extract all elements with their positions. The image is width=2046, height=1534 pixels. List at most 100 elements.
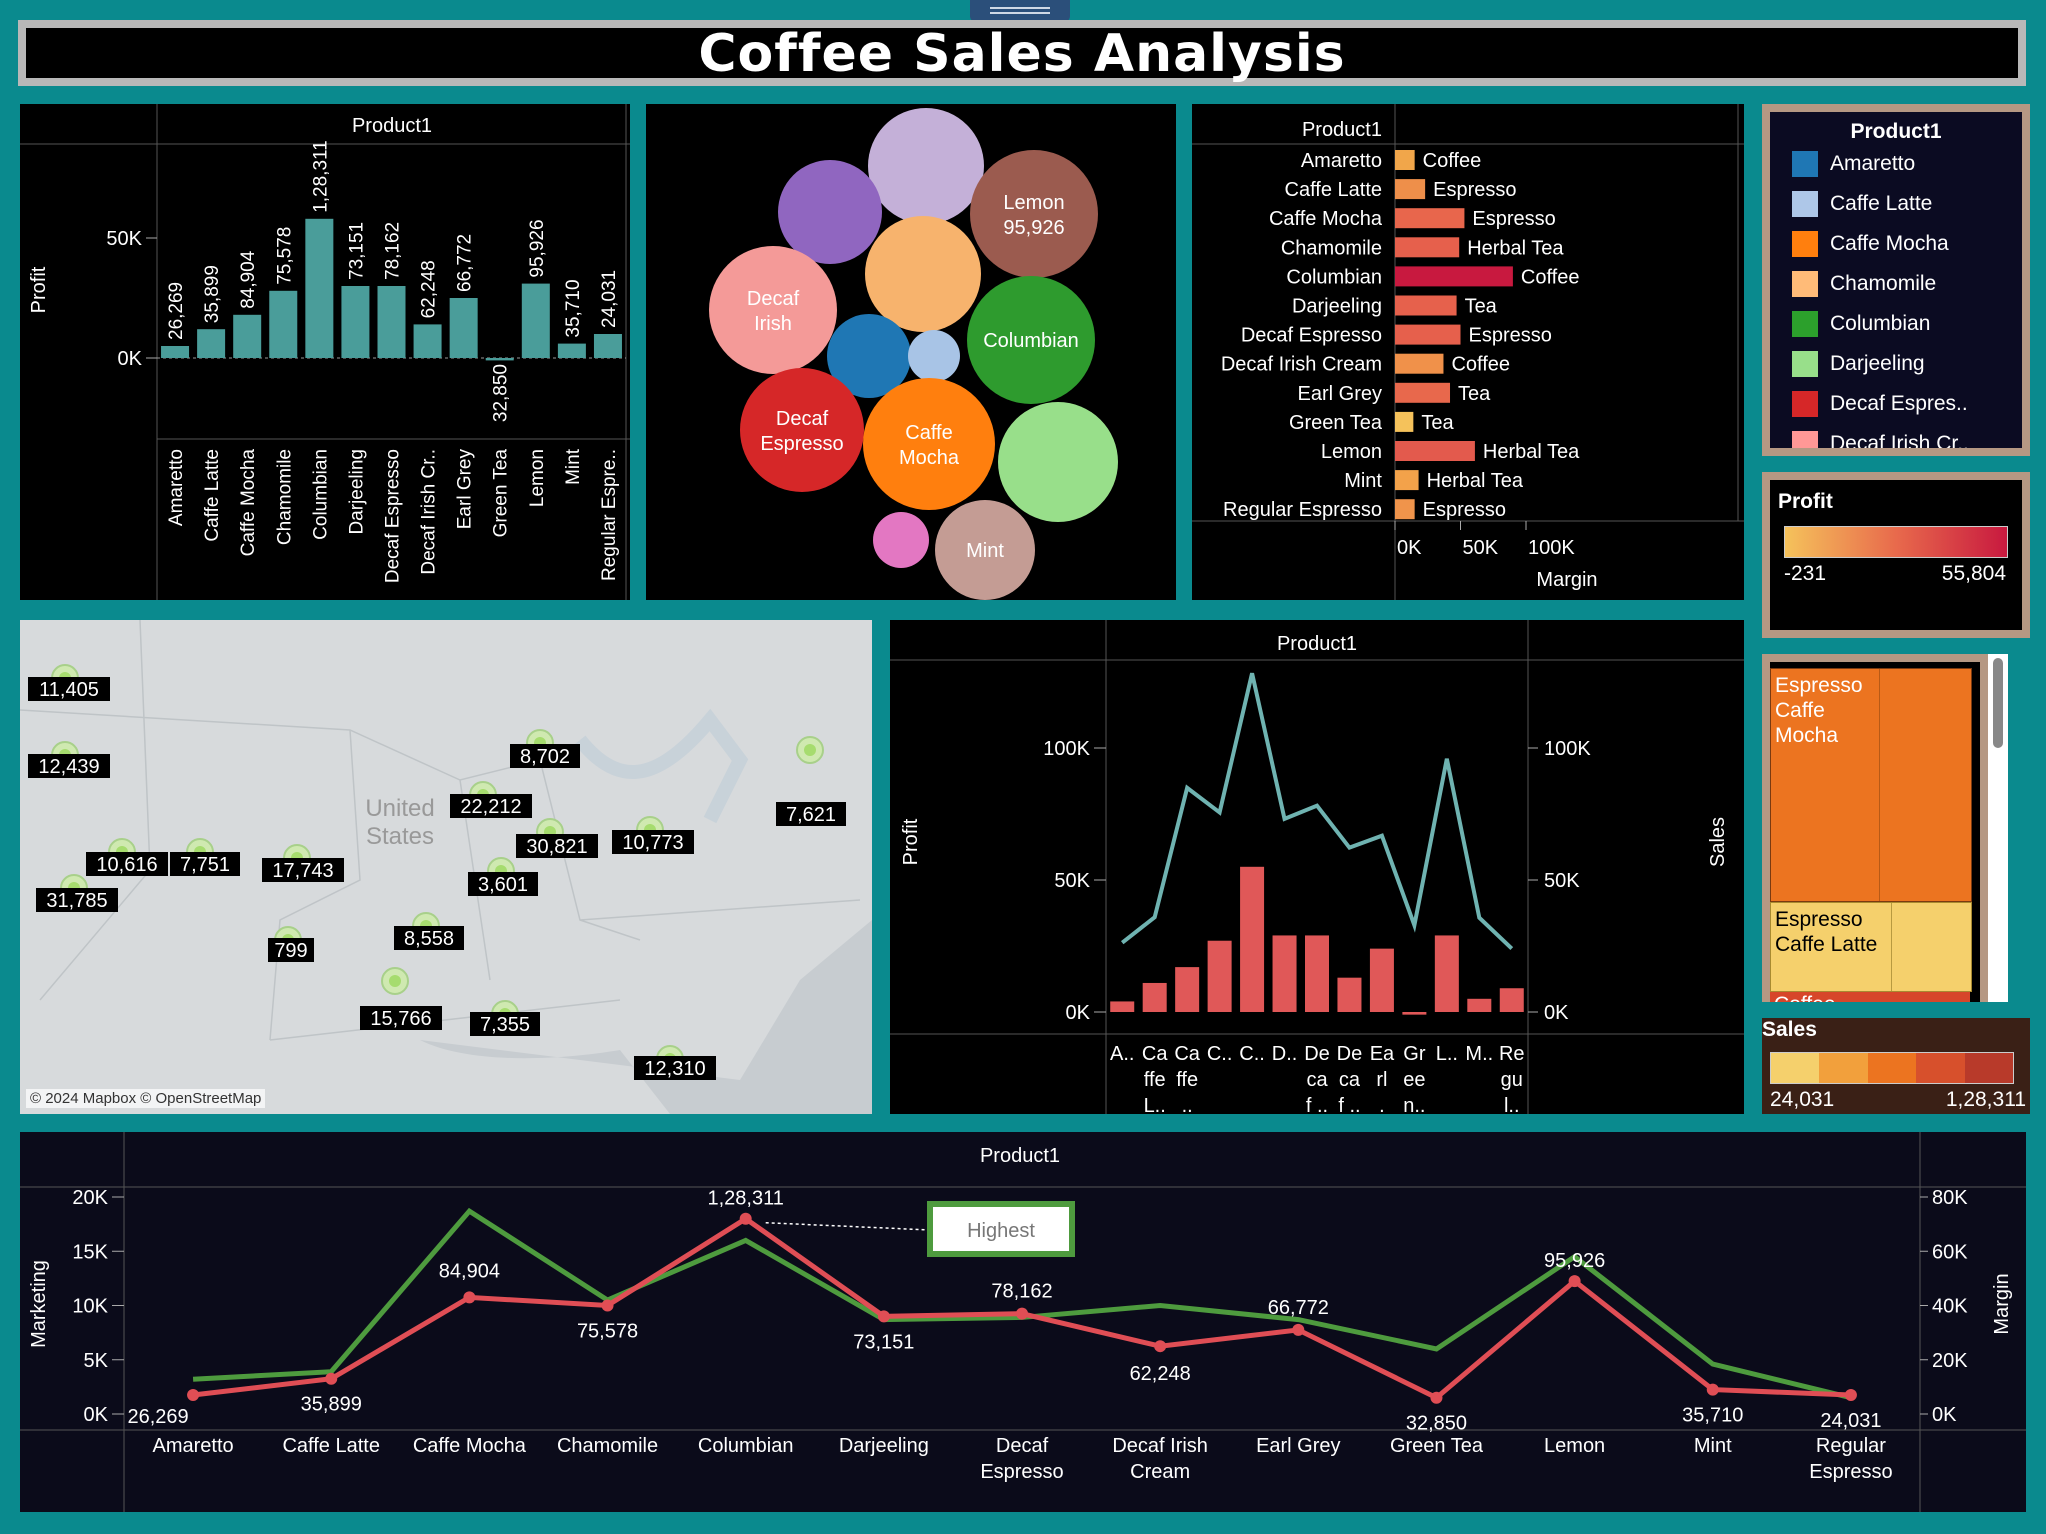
data-label: 35,899 (202, 265, 223, 323)
bar (1395, 150, 1415, 170)
bar (161, 346, 190, 358)
data-label: 1,28,311 (310, 140, 331, 213)
x-tick-label: M.. (1465, 1043, 1493, 1065)
map-layer[interactable]: United States 11,405 12,439 10,616 7,751 31,78… (20, 620, 872, 1114)
legend-item[interactable]: Chamomile (1792, 270, 1936, 298)
data-label: 78,162 (383, 222, 404, 280)
legend-item[interactable]: Darjeeling (1792, 350, 1925, 378)
treemap-scrollbar[interactable] (1988, 654, 2008, 1002)
bar (1395, 179, 1426, 200)
y-axis-label: Marketing (28, 1260, 50, 1348)
y-axis-label: Profit (900, 818, 922, 865)
bar-label: Herbal Tea (1427, 470, 1524, 492)
annotation-leader (765, 1221, 931, 1231)
bubble (709, 246, 837, 374)
x-tick-label: Caffe Latte (282, 1435, 379, 1457)
y-tick-label: 5K (84, 1350, 109, 1372)
map-label: 7,751 (180, 854, 230, 876)
panel-header: Product1 (980, 1145, 1060, 1167)
x-tick-label: Regular Espre.. (599, 449, 620, 581)
drag-handle[interactable] (970, 0, 1070, 22)
y-tick-label: Caffe Mocha (1269, 208, 1383, 230)
legend-item[interactable]: Decaf Espres.. (1792, 390, 1968, 418)
data-label: 62,248 (419, 260, 440, 318)
data-label: 75,578 (577, 1321, 638, 1343)
y2-axis-label: Margin (1991, 1273, 2013, 1334)
map-label: 17,743 (272, 860, 333, 882)
data-label: 32,850 (1406, 1413, 1467, 1435)
data-label: 66,772 (1268, 1297, 1329, 1319)
x-tick-label: L.. (1436, 1043, 1458, 1065)
bubble (740, 368, 864, 492)
bar (1395, 441, 1475, 461)
x-tick-label: 100K (1528, 537, 1575, 559)
map-panel[interactable]: United States 11,405 12,439 10,616 7,751 31,78… (20, 620, 872, 1114)
x-tick-label: Ca ffe L.. (1142, 1043, 1168, 1114)
sales-legend-min: 24,031 (1770, 1088, 1835, 1111)
bar (1142, 982, 1167, 1012)
y-tick-label: Lemon (1321, 441, 1382, 463)
bar (1175, 967, 1200, 1012)
x-tick-label: Darjeeling (839, 1435, 929, 1457)
data-label: 75,578 (274, 227, 295, 285)
x-tick-label: Regular Espresso (1809, 1435, 1892, 1483)
scrollbar-thumb[interactable] (1993, 658, 2003, 748)
legend-item[interactable]: Decaf Irish Cr.. (1792, 430, 1969, 448)
x-tick-label: Green Tea (1390, 1435, 1484, 1457)
map-label: 12,310 (644, 1058, 705, 1080)
margin-point (739, 1212, 752, 1225)
product-legend-frame: Product1 Amaretto Caffe Latte Caffe Mocha C… (1762, 104, 2030, 456)
bar (1467, 998, 1492, 1012)
bubble-label: Columbian (983, 330, 1079, 352)
y-tick-label: 50K (1054, 870, 1090, 892)
data-label: 95,926 (527, 219, 548, 277)
map-point (804, 744, 816, 756)
legend-item[interactable]: Amaretto (1792, 150, 1915, 178)
x-tick-label: 0K (1397, 537, 1422, 559)
bar (1499, 988, 1524, 1012)
y-tick-label: 0K (118, 348, 143, 370)
legend-item[interactable]: Columbian (1792, 310, 1930, 338)
map-label: 22,212 (460, 796, 521, 818)
map-label: 30,821 (526, 836, 587, 858)
treemap-cell-2[interactable]: Espresso Caffe Latte (1770, 902, 1972, 992)
map-border (269, 999, 621, 1041)
bar (1240, 866, 1265, 1012)
legend-item[interactable]: Caffe Latte (1792, 190, 1932, 218)
map-border (269, 729, 361, 1041)
dual-axis-panel: Product1 Profit Sales 100K 100K 50K 50K 0K 0K A..… (890, 620, 1744, 1114)
legend-item[interactable]: Caffe Mocha (1792, 230, 1949, 258)
y-tick-label: Green Tea (1289, 412, 1383, 434)
bubble-label: Mint (966, 540, 1004, 562)
profit-bar-panel: Product1 Profit 50K 0K 26,269 Amaretto 35,899 C… (20, 104, 630, 600)
treemap-label-3: Coffee (1774, 992, 1836, 1002)
data-label: 84,904 (238, 250, 259, 309)
legend-label: Decaf Irish Cr.. (1830, 432, 1969, 448)
map-credit[interactable]: © 2024 Mapbox © OpenStreetMap (26, 1089, 266, 1108)
bar (485, 358, 514, 361)
bar (557, 343, 586, 358)
treemap-cell-3[interactable]: Coffee (1770, 992, 1970, 1002)
x-tick-label: Amaretto (166, 449, 187, 526)
bar-label: Espresso (1472, 208, 1555, 230)
y2-tick-label: 100K (1544, 738, 1591, 760)
bubble (998, 402, 1118, 522)
map-label: 799 (274, 940, 307, 962)
profit-sales-chart: Product1 Profit Sales 100K 100K 50K 50K 0K 0K A..… (890, 620, 1744, 1114)
bar (1337, 977, 1362, 1012)
bar (1395, 499, 1415, 520)
legend-swatch (1792, 191, 1818, 218)
data-label: 26,269 (127, 1406, 188, 1428)
treemap-cell-1[interactable]: Espresso Caffe Mocha (1770, 668, 1972, 902)
profit-legend-min: -231 (1784, 562, 1827, 585)
y-tick-label: 20K (72, 1187, 108, 1209)
legend-swatch (1792, 351, 1818, 378)
y-tick-label: Mint (1344, 470, 1382, 492)
bar (1395, 208, 1465, 229)
y2-tick-label: 20K (1932, 1350, 1968, 1372)
bubble (868, 108, 984, 224)
x-tick-label: Columbian (698, 1435, 794, 1457)
profit-legend-title: Profit (1778, 490, 1833, 513)
great-lakes (574, 708, 749, 824)
y-tick-label: Decaf Espresso (1241, 325, 1382, 347)
